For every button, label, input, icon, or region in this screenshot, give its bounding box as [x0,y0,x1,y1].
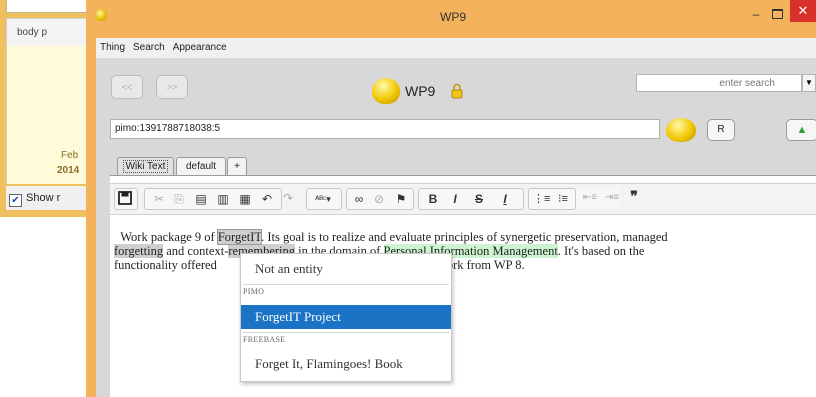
entity-forgetit[interactable]: ForgetIT [216,229,263,245]
toolbar-group-spell: ᴬᴮᶜ▾ [306,188,342,210]
strike-icon[interactable]: S [471,191,487,207]
tab-wiki-text-label: Wiki Text [122,160,169,173]
breadcrumb: body p [6,18,98,48]
toolbar-group-lists: ⋮≡ ⁝≡ [528,188,576,210]
text-segment: functionality offered [114,258,217,272]
r-button[interactable]: R [707,119,735,141]
redo-icon[interactable]: ↷ [280,190,296,206]
paste-icon[interactable]: ▤ [193,191,209,207]
text-segment: . It's based on the [557,244,645,258]
editor-toolbar: ✂ ⎘ ▤ ▥ ▦ ↶ ↷ ᴬᴮᶜ▾ ∞ ⊘ ⚑ B I S I ⋮≡ ⁝≡ ⇤… [110,183,816,215]
paste-text-icon[interactable]: ▥ [215,191,231,207]
popup-divider [243,284,449,285]
text-segment: ork from WP 8. [446,258,525,272]
thing-icon [372,78,400,104]
search-dropdown-icon[interactable]: ▼ [802,74,816,92]
resource-icon[interactable] [666,118,696,142]
popup-header-freebase: FREEBASE [243,335,286,344]
breadcrumb-text: body p [17,27,48,38]
show-checkbox[interactable]: ✔ Show r [6,186,96,210]
calendar: Feb 2014 [6,46,97,184]
remove-format-icon[interactable]: I [497,191,513,207]
add-tab-button[interactable]: + [227,157,247,176]
text-line-2: forgetting and context-remembering in th… [114,244,814,258]
popup-item-label: Not an entity [255,261,323,276]
up-arrow-button[interactable]: ▲ [786,119,816,141]
popup-item-label: ForgetIT Project [255,309,341,324]
entity-suggestion-popup: Not an entity PIMO ForgetIT Project FREE… [240,253,452,382]
background-window: body p Feb 2014 ✔ Show r [0,0,98,217]
toolbar-group-indent: ⇤≡ ⇥≡ [576,188,620,208]
popup-divider [243,332,449,333]
lock-icon [451,83,463,99]
text-segment: Work package 9 of [120,230,218,244]
link-icon[interactable]: ∞ [351,191,367,207]
maximize-button[interactable] [766,6,788,22]
checkbox-checked-icon[interactable]: ✔ [9,194,22,207]
menu-bar: Thing Search Appearance [96,38,816,58]
uri-field[interactable]: pimo:1391788718038:5 [110,119,660,139]
numbered-list-icon[interactable]: ⋮≡ [533,191,550,207]
popup-item-not-entity[interactable]: Not an entity [241,257,451,281]
page-title: WP9 [405,83,436,99]
cut-icon[interactable]: ✂ [151,191,167,207]
text-segment: . Its goal is to realize and evaluate pr… [261,230,668,244]
menu-thing[interactable]: Thing [96,38,129,53]
back-button[interactable]: << [111,75,143,99]
maximize-icon [771,9,783,19]
toolbar-group-clipboard: ✂ ⎘ ▤ ▥ ▦ ↶ [144,188,282,210]
paste-word-icon[interactable]: ▦ [237,191,253,207]
anchor-icon[interactable]: ⚑ [393,191,409,207]
popup-header-pimo: PIMO [243,287,265,296]
save-icon[interactable] [117,191,133,207]
undo-icon[interactable]: ↶ [259,191,275,207]
forward-button[interactable]: >> [156,75,188,99]
tab-wiki-text[interactable]: Wiki Text [117,157,174,176]
menu-search[interactable]: Search [129,38,169,53]
calendar-year: 2014 [57,165,80,176]
blockquote-icon[interactable]: ❞ [626,190,642,206]
entity-forgetting[interactable]: forgetting [114,244,164,258]
bulleted-list-icon[interactable]: ⁝≡ [555,191,571,207]
document-text[interactable]: Work package 9 of ForgetIT. Its goal is … [114,229,814,272]
indent-icon[interactable]: ⇥≡ [604,190,620,206]
background-window-top [6,0,98,13]
unlink-icon[interactable]: ⊘ [371,191,387,207]
menu-appearance[interactable]: Appearance [169,38,231,53]
text-segment: and conte [163,244,215,258]
minimize-button[interactable]: – [745,6,767,22]
app-icon [95,9,107,21]
tab-default[interactable]: default [176,157,226,176]
popup-item-forgetit-project[interactable]: ForgetIT Project [241,305,451,329]
calendar-month: Feb [61,150,79,161]
close-button[interactable]: ✕ [790,0,816,22]
copy-icon[interactable]: ⎘ [171,191,187,207]
text-line-1: Work package 9 of ForgetIT. Its goal is … [114,229,814,245]
outdent-icon[interactable]: ⇤≡ [582,190,598,206]
popup-item-label: Forget It, Flamingoes! Book [255,356,403,371]
text-line-3: functionality offered ork from WP 8. [114,258,814,272]
toolbar-group-save [114,188,138,210]
toolbar-group-links: ∞ ⊘ ⚑ [346,188,414,210]
toolbar-group-format: B I S I [418,188,524,210]
popup-item-forget-it-flamingoes[interactable]: Forget It, Flamingoes! Book [241,352,451,376]
window-title: WP9 [440,10,467,24]
show-checkbox-label: Show r [26,192,61,204]
text-segment: xt [214,244,225,258]
spellcheck-icon[interactable]: ᴬᴮᶜ▾ [309,191,337,207]
italic-icon[interactable]: I [447,191,463,207]
bold-icon[interactable]: B [425,191,441,207]
search-input[interactable] [636,74,802,92]
